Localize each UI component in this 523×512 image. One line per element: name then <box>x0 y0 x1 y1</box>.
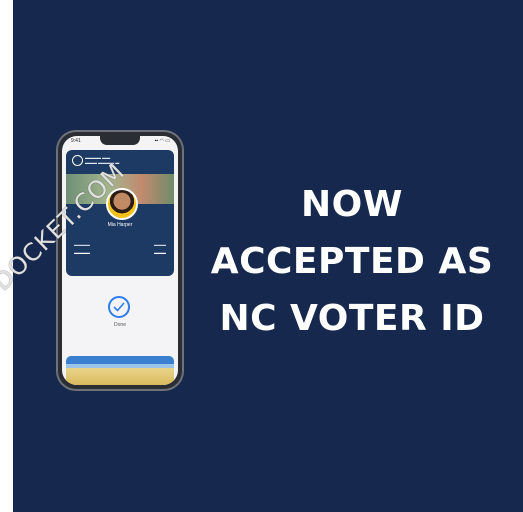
status-time: 9:41 <box>71 138 81 144</box>
headline-line-3: NC VOTER ID <box>219 298 485 339</box>
done-label: Done <box>114 322 126 328</box>
state-seal-icon <box>72 155 83 166</box>
status-icons: ▪▪ ◠ ▭ <box>154 138 170 144</box>
phone-notch <box>100 136 140 145</box>
headline: NOW ACCEPTED AS NC VOTER ID <box>204 176 500 347</box>
card-field-labels: ▬▬▬▬ ▬▬▬ <box>74 242 166 247</box>
headline-line-2: ACCEPTED AS <box>210 241 494 282</box>
card-field-values: ▬▬▬▬ ▬▬▬ <box>74 250 166 255</box>
done-check-icon[interactable] <box>108 296 130 318</box>
wallet-pass-stack[interactable] <box>66 356 174 385</box>
headline-line-1: NOW <box>301 184 403 225</box>
